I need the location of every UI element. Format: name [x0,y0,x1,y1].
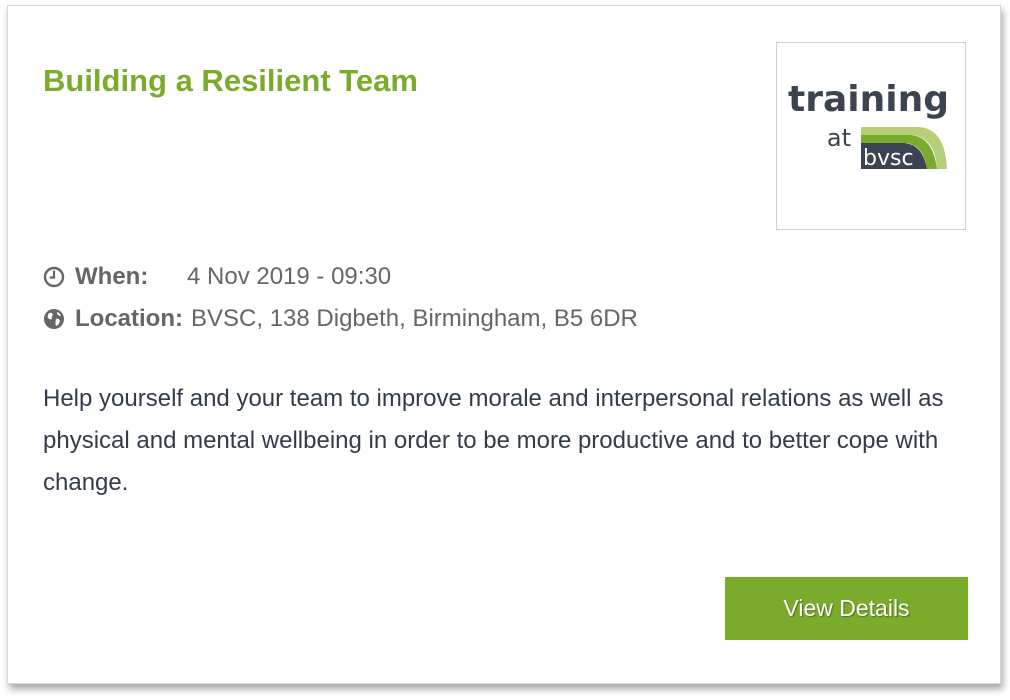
when-row: When: 4 Nov 2019 - 09:30 [43,256,638,298]
logo-word-training: training [788,79,949,120]
clock-icon [43,266,65,288]
location-row: Location: BVSC, 138 Digbeth, Birmingham,… [43,298,638,340]
event-title[interactable]: Building a Resilient Team [43,61,418,101]
when-value: 4 Nov 2019 - 09:30 [187,263,392,290]
location-label: Location: [75,305,183,332]
event-description: Help yourself and your team to improve m… [43,385,944,496]
event-card: Building a Resilient Team training at bv… [7,5,1001,684]
event-meta: When: 4 Nov 2019 - 09:30 Location: BVSC,… [43,256,638,340]
globe-icon [43,308,65,330]
view-details-button[interactable]: View Details [725,577,968,640]
training-at-bvsc-logo: training at bvsc [776,42,966,230]
logo-word-bvsc: bvsc [863,146,914,171]
location-value: BVSC, 138 Digbeth, Birmingham, B5 6DR [191,305,638,332]
when-label: When: [75,263,149,290]
logo-word-at: at [827,124,851,152]
logo-graphic: training at bvsc [788,79,949,171]
